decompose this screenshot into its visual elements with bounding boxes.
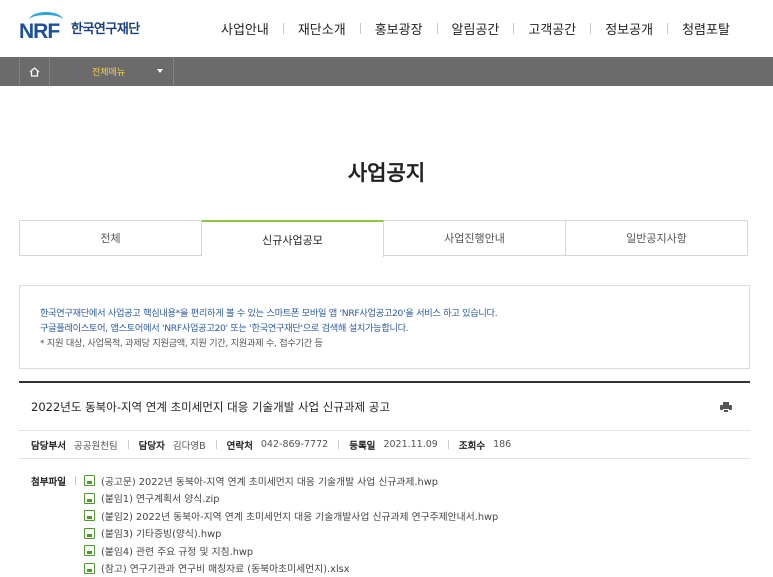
- main-nav: 사업안내 재단소개 홍보광장 알림공간 고객공간 정보공개 청렴포탈: [207, 19, 744, 38]
- attachment-filename[interactable]: (붙임4) 관련 주요 규정 및 지침.hwp: [101, 544, 253, 558]
- file-divider: [75, 546, 76, 555]
- attachment-item[interactable]: (붙임2) 2022년 동북아-지역 연계 초미세먼지 대응 기술개발사업 신규…: [75, 507, 750, 525]
- article-title: 2022년도 동북아-지역 연계 초미세먼지 대응 기술개발 사업 신규과제 공…: [31, 399, 390, 415]
- all-menu-button[interactable]: 전체메뉴: [50, 57, 174, 86]
- print-icon[interactable]: [720, 402, 732, 413]
- nav-item-about[interactable]: 재단소개: [284, 19, 360, 38]
- location-bar: 전체메뉴: [0, 57, 773, 86]
- meta-divider: [448, 440, 449, 449]
- attachment-filename[interactable]: (붙임3) 기타증빙(양식).hwp: [101, 526, 221, 540]
- app-notice-box: 한국연구재단에서 사업공고 핵심내용*을 편리하게 볼 수 있는 스마트폰 모바…: [19, 285, 750, 369]
- logo-text: 한국연구재단: [71, 18, 140, 37]
- meta-views-label: 조회수: [459, 438, 485, 452]
- meta-dept-label: 담당부서: [31, 438, 66, 452]
- meta-phone-label: 연락처: [227, 438, 253, 452]
- attachment-item[interactable]: (붙임3) 기타증빙(양식).hwp: [75, 525, 750, 543]
- meta-person: 김다영B: [173, 438, 206, 452]
- file-icon: [84, 475, 95, 486]
- attachment-item[interactable]: (붙임4) 관련 주요 규정 및 지침.hwp: [75, 542, 750, 560]
- nav-item-integrity[interactable]: 청렴포탈: [668, 19, 744, 38]
- attachment-list: (공고문) 2022년 동북아-지역 연계 초미세먼지 대응 기술개발 사업 신…: [75, 472, 750, 577]
- notice-line-2: 구글플레이스토어, 앱스토어에서 'NRF사업공고20' 또는 '한국연구재단'…: [40, 321, 749, 336]
- nrf-logo-mark: NRF: [19, 12, 69, 42]
- nav-item-pr[interactable]: 홍보광장: [361, 19, 437, 38]
- attachment-item[interactable]: (공고문) 2022년 동북아-지역 연계 초미세먼지 대응 기술개발 사업 신…: [75, 472, 750, 490]
- attachments-label: 첨부파일: [31, 474, 66, 488]
- meta-person-label: 담당자: [139, 438, 165, 452]
- file-icon: [84, 545, 95, 556]
- meta-divider: [338, 440, 339, 449]
- article-meta: 담당부서 공공원천팀 담당자 김다영B 연락처 042-869-7772 등록일…: [19, 431, 750, 459]
- meta-views: 186: [493, 439, 511, 450]
- attachment-filename[interactable]: (공고문) 2022년 동북아-지역 연계 초미세먼지 대응 기술개발 사업 신…: [101, 474, 438, 488]
- tab-program-progress[interactable]: 사업진행안내: [384, 221, 566, 255]
- attachment-filename[interactable]: (붙임2) 2022년 동북아-지역 연계 초미세먼지 대응 기술개발사업 신규…: [101, 509, 498, 523]
- notice-line-3: * 지원 대상, 사업목적, 과제당 지원금액, 지원 기간, 지원과제 수, …: [40, 336, 749, 351]
- tab-general-notice[interactable]: 일반공지사항: [566, 221, 747, 255]
- file-icon: [84, 528, 95, 539]
- tab-new-programs[interactable]: 신규사업공모: [202, 220, 384, 257]
- article-title-row: 2022년도 동북아-지역 연계 초미세먼지 대응 기술개발 사업 신규과제 공…: [19, 383, 750, 431]
- site-logo[interactable]: NRF 한국연구재단: [19, 12, 140, 42]
- nav-item-customer[interactable]: 고객공간: [514, 19, 590, 38]
- meta-dept: 공공원천팀: [74, 438, 118, 452]
- file-divider: [75, 476, 76, 485]
- article-view: 2022년도 동북아-지역 연계 초미세먼지 대응 기술개발 사업 신규과제 공…: [19, 381, 750, 577]
- file-icon: [84, 563, 95, 574]
- attachment-filename[interactable]: (참고) 연구기관과 연구비 매칭자료 (동북아초미세먼지).xlsx: [101, 561, 350, 575]
- attachment-filename[interactable]: (붙임1) 연구계획서 양식.zip: [101, 491, 219, 505]
- file-icon: [84, 493, 95, 504]
- file-icon: [84, 510, 95, 521]
- home-icon: [29, 67, 40, 77]
- logo-mark-text: NRF: [19, 20, 59, 44]
- file-divider: [75, 529, 76, 538]
- attachment-item[interactable]: (참고) 연구기관과 연구비 매칭자료 (동북아초미세먼지).xlsx: [75, 560, 750, 577]
- meta-phone: 042-869-7772: [261, 439, 328, 450]
- meta-date: 2021.11.09: [383, 439, 437, 450]
- file-divider: [75, 511, 76, 520]
- notice-line-1: 한국연구재단에서 사업공고 핵심내용*을 편리하게 볼 수 있는 스마트폰 모바…: [40, 306, 749, 321]
- page-title: 사업공지: [0, 157, 773, 187]
- attachments: 첨부파일 (공고문) 2022년 동북아-지역 연계 초미세먼지 대응 기술개발…: [19, 459, 750, 577]
- nav-item-notice[interactable]: 알림공간: [438, 19, 514, 38]
- site-header: NRF 한국연구재단 사업안내 재단소개 홍보광장 알림공간 고객공간 정보공개…: [0, 0, 773, 57]
- nav-item-disclosure[interactable]: 정보공개: [591, 19, 667, 38]
- tab-all[interactable]: 전체: [20, 221, 202, 255]
- meta-date-label: 등록일: [349, 438, 375, 452]
- caret-down-icon: [157, 69, 163, 73]
- category-tabs: 전체 신규사업공모 사업진행안내 일반공지사항: [19, 220, 748, 256]
- meta-divider: [216, 440, 217, 449]
- all-menu-label: 전체메뉴: [92, 65, 125, 78]
- file-divider: [75, 494, 76, 503]
- meta-divider: [128, 440, 129, 449]
- attachment-item[interactable]: (붙임1) 연구계획서 양식.zip: [75, 490, 750, 508]
- nav-item-business[interactable]: 사업안내: [207, 19, 283, 38]
- file-divider: [75, 564, 76, 573]
- home-button[interactable]: [19, 57, 50, 86]
